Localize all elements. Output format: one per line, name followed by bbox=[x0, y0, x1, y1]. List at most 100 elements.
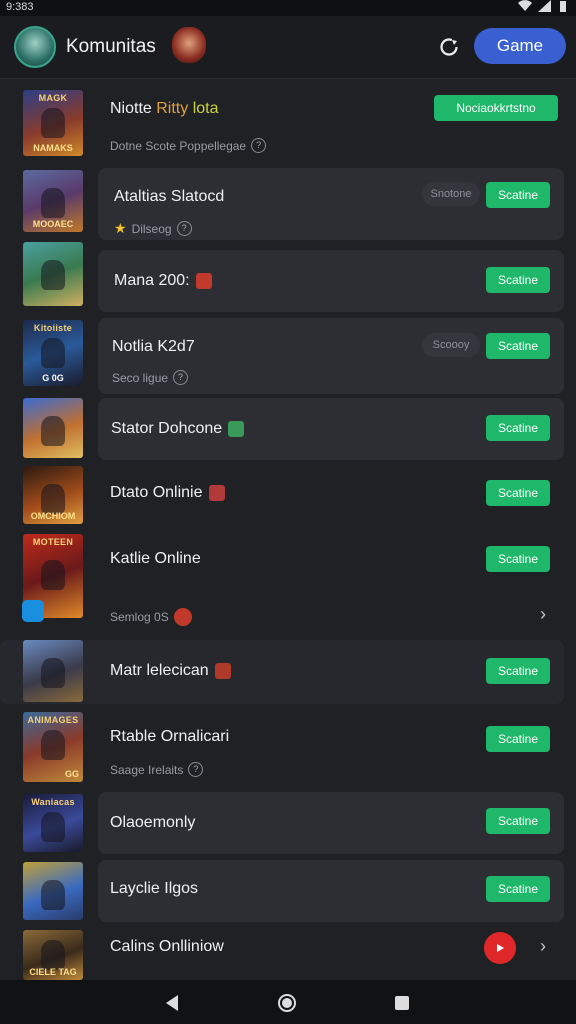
thumbnail-label: MOTEEN bbox=[32, 537, 74, 547]
game-title-text: Matr lelecican bbox=[110, 662, 209, 679]
game-title: Ataltias Slatocd bbox=[114, 188, 225, 205]
game-subtitle-text: Dotne Scote Poppellegae bbox=[110, 138, 247, 153]
game-title-text: Mana 200: bbox=[114, 272, 190, 289]
info-icon: ? bbox=[188, 762, 204, 777]
page-title: Komunitas bbox=[66, 36, 156, 57]
game-title: Notlia K2d7 bbox=[112, 338, 195, 355]
game-thumbnail: OMCHIOM bbox=[23, 466, 83, 524]
play-icon bbox=[497, 944, 504, 952]
status-time: 9:383 bbox=[6, 1, 34, 13]
badge-icon bbox=[173, 608, 192, 626]
character-image bbox=[41, 260, 65, 290]
game-subtitle: Semlog 0S bbox=[110, 608, 192, 626]
list-card bbox=[0, 640, 564, 704]
thumbnail-label: Waniacas bbox=[31, 797, 75, 807]
back-icon[interactable] bbox=[164, 994, 180, 1012]
action-button[interactable]: Scatine bbox=[486, 267, 550, 293]
badge-icon bbox=[228, 420, 245, 437]
wifi-icon bbox=[518, 0, 532, 11]
action-button[interactable]: Scatine bbox=[486, 546, 550, 572]
character-image bbox=[41, 812, 65, 842]
list-item[interactable]: MAGK NAMAKS Niotte Ritty lota Dotne Scot… bbox=[0, 80, 576, 164]
action-button[interactable]: Scatine bbox=[486, 415, 550, 441]
game-thumbnail: ANIMAGES GG bbox=[23, 712, 83, 782]
game-subtitle-text: Dilseog bbox=[131, 221, 172, 236]
character-image bbox=[41, 188, 65, 218]
list-item[interactable]: MOOAEC Ataltias Slatocd ★ Dilseog? Snoton… bbox=[0, 168, 576, 240]
action-button[interactable]: Scatine bbox=[486, 658, 550, 684]
list-item[interactable]: Matr lelecican Scatine bbox=[0, 640, 576, 704]
community-avatar[interactable] bbox=[172, 27, 206, 63]
avatar[interactable] bbox=[14, 26, 56, 68]
action-button[interactable]: Nociaokkrtstno bbox=[434, 95, 558, 121]
recents-icon[interactable] bbox=[394, 995, 410, 1011]
game-subtitle-text: Seco ligue bbox=[112, 370, 169, 385]
thumbnail-label: G 0G bbox=[42, 373, 64, 383]
thumbnail-label: OMCHIOM bbox=[30, 511, 76, 521]
thumbnail-label: MAGK bbox=[38, 93, 68, 103]
game-title: Mana 200: bbox=[114, 272, 212, 290]
game-title-text: Stator Dohcone bbox=[111, 420, 223, 437]
character-image bbox=[41, 658, 65, 688]
badge-icon bbox=[214, 662, 231, 679]
list-item[interactable]: Waniacas Olaoemonly Scatine bbox=[0, 792, 576, 854]
chevron-right-icon[interactable]: › bbox=[540, 936, 546, 957]
list-item[interactable]: OMCHIOM Dtato Onlinie Scatine bbox=[0, 462, 576, 524]
status-icons bbox=[518, 0, 568, 12]
game-thumbnail: MOOAEC bbox=[23, 170, 83, 232]
game-title: Stator Dohcone bbox=[111, 420, 245, 438]
game-subtitle-text: Semlog 0S bbox=[110, 610, 169, 624]
game-thumbnail bbox=[23, 242, 83, 306]
game-thumbnail: MAGK NAMAKS bbox=[23, 90, 83, 156]
game-title-text: Niotte bbox=[110, 100, 157, 117]
character-image bbox=[41, 880, 65, 910]
app-badge-icon bbox=[22, 600, 44, 622]
game-title: Niotte Ritty lota bbox=[110, 100, 219, 118]
game-subtitle-text: Saage Irelaits bbox=[110, 762, 184, 777]
list-item[interactable]: Kitoiiste G 0G Notlia K2d7 Seco ligue? S… bbox=[0, 316, 576, 394]
game-title: Katlie Online bbox=[110, 550, 201, 567]
game-title: Dtato Onlinie bbox=[110, 484, 225, 502]
action-button[interactable]: Scatine bbox=[486, 876, 550, 902]
game-subtitle: Saage Irelaits? bbox=[110, 762, 204, 777]
game-title-text: Dtato Onlinie bbox=[110, 484, 203, 501]
game-title: Rtable Ornalicari bbox=[110, 728, 230, 745]
navigation-bar bbox=[0, 980, 576, 1024]
action-button[interactable]: Scatine bbox=[486, 182, 550, 208]
thumbnail-label: CIELE TAG bbox=[29, 967, 77, 977]
character-image bbox=[41, 730, 65, 760]
list-item[interactable]: Mana 200: Scatine bbox=[0, 242, 576, 312]
action-button[interactable]: Scatine bbox=[486, 333, 550, 359]
list-item[interactable]: CIELE TAG Calins Onlliniow › bbox=[0, 928, 576, 980]
play-button[interactable] bbox=[484, 932, 516, 964]
game-title: Matr lelecican bbox=[110, 662, 231, 680]
action-button[interactable]: Scatine bbox=[486, 480, 550, 506]
character-image bbox=[41, 560, 65, 590]
game-title: Calins Onlliniow bbox=[110, 938, 224, 955]
action-button[interactable]: Scatine bbox=[486, 808, 550, 834]
list-item[interactable]: MOTEEN Katlie Online Semlog 0S Scatine › bbox=[0, 530, 576, 634]
secondary-button[interactable]: Snotone bbox=[422, 182, 480, 206]
battery-icon bbox=[560, 1, 566, 12]
chevron-right-icon[interactable]: › bbox=[540, 604, 546, 625]
info-icon: ? bbox=[176, 221, 192, 236]
status-bar: 9:383 bbox=[0, 0, 576, 16]
game-button[interactable]: Game bbox=[474, 28, 566, 64]
home-icon[interactable] bbox=[277, 993, 297, 1013]
game-thumbnail: Waniacas bbox=[23, 794, 83, 852]
list-item[interactable]: ANIMAGES GG Rtable Ornalicari Saage Irel… bbox=[0, 710, 576, 784]
badge-icon bbox=[208, 484, 225, 501]
character-image bbox=[41, 484, 65, 514]
list-item[interactable]: Stator Dohcone Scatine bbox=[0, 398, 576, 460]
game-title: Olaoemonly bbox=[110, 814, 196, 831]
list-item[interactable]: Layclie Ilgos Scatine bbox=[0, 860, 576, 922]
action-button[interactable]: Scatine bbox=[486, 726, 550, 752]
refresh-icon[interactable] bbox=[436, 34, 462, 60]
thumbnail-label: ANIMAGES bbox=[27, 715, 79, 725]
character-image bbox=[41, 108, 65, 138]
info-icon: ? bbox=[251, 138, 267, 153]
star-icon: ★ bbox=[114, 220, 127, 236]
secondary-button[interactable]: Scoooy bbox=[422, 333, 480, 357]
character-image bbox=[41, 940, 65, 970]
thumbnail-label: GG bbox=[64, 769, 79, 779]
